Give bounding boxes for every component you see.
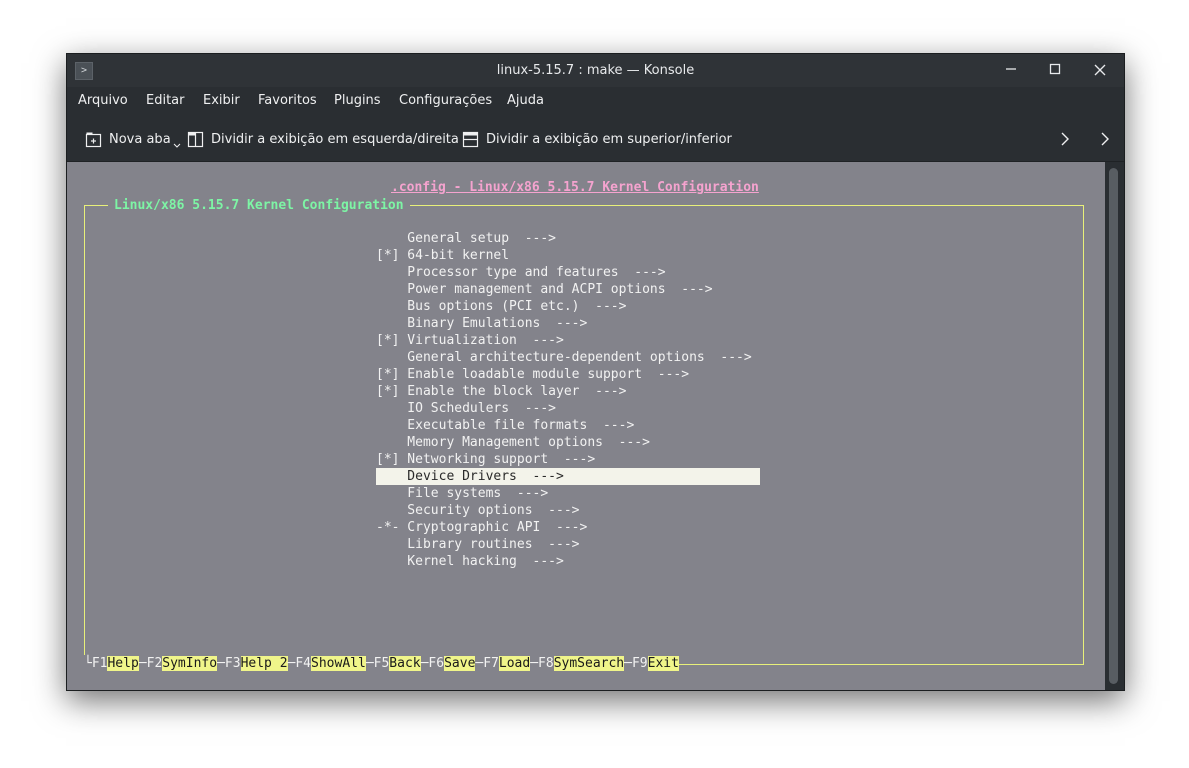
fkey-f8: ─F8 [530, 656, 554, 671]
terminal-view[interactable]: .config - Linux/x86 5.15.7 Kernel Config… [67, 162, 1105, 690]
fkey-f2: ─F2 [138, 656, 163, 671]
split-left-right-label: Dividir a exibição em esquerda/direita [211, 131, 459, 147]
menu-bar: Arquivo Editar Exibir Favoritos Plugins … [67, 87, 1124, 117]
function-key-bar: └F1Help─F2SymInfo─F3Help 2─F4ShowAll─F5B… [84, 655, 679, 672]
menu-row[interactable]: [*] Enable the block layer ---> [376, 383, 626, 400]
menu-row[interactable]: [*] 64-bit kernel [376, 247, 509, 264]
maximize-icon [1049, 63, 1061, 75]
minimize-icon [1006, 68, 1016, 70]
menu-row[interactable]: [*] Enable loadable module support ---> [376, 366, 689, 383]
fkey-f1: └F1 [84, 656, 108, 671]
split-horizontal-icon [462, 131, 479, 147]
fkey-f4: ─F4 [287, 656, 312, 671]
menu-row[interactable]: Security options ---> [376, 502, 579, 519]
window-title: linux-5.15.7 : make — Konsole [496, 63, 695, 78]
fkey-f3: ─F3 [217, 656, 241, 671]
menu-favoritos[interactable]: Favoritos [258, 87, 317, 117]
menu-row[interactable]: Binary Emulations ---> [376, 315, 587, 332]
maximize-button[interactable] [1041, 58, 1069, 84]
menu-row[interactable]: Executable file formats ---> [376, 417, 634, 434]
menu-configuracoes[interactable]: Configurações [399, 87, 492, 117]
fkey-label[interactable]: ShowAll [311, 656, 366, 671]
overflow-menu-button[interactable] [1099, 117, 1111, 161]
fkey-f7: ─F7 [475, 656, 499, 671]
menu-row[interactable]: Memory Management options ---> [376, 434, 650, 451]
menu-row[interactable]: General architecture-dependent options -… [376, 349, 751, 366]
fkey-label[interactable]: Help [107, 656, 139, 671]
menu-row[interactable]: Power management and ACPI options ---> [376, 281, 712, 298]
menu-ajuda[interactable]: Ajuda [507, 87, 544, 117]
fkey-f6: ─F6 [420, 656, 445, 671]
fkey-label[interactable]: SymSearch [553, 656, 625, 671]
close-icon [1094, 64, 1106, 76]
split-vertical-icon [187, 131, 204, 147]
fkey-label[interactable]: SymInfo [162, 656, 218, 671]
menu-row[interactable]: General setup ---> [376, 230, 556, 247]
split-left-right-button[interactable]: Dividir a exibição em esquerda/direita [187, 117, 459, 161]
toolbar: Nova aba Dividir a exibição em esquerda/… [67, 117, 1124, 162]
menu-row[interactable]: Kernel hacking ---> [376, 553, 564, 570]
split-top-bottom-button[interactable]: Dividir a exibição em superior/inferior [462, 117, 732, 161]
box-title: Linux/x86 5.15.7 Kernel Configuration [108, 197, 410, 214]
fkey-f5: ─F5 [365, 656, 390, 671]
scrollbar[interactable] [1105, 162, 1124, 690]
menu-plugins[interactable]: Plugins [334, 87, 381, 117]
menu-row[interactable]: Bus options (PCI etc.) ---> [376, 298, 626, 315]
menu-row-selected[interactable]: Device Drivers ---> [376, 468, 760, 485]
chevron-down-icon[interactable] [173, 142, 181, 150]
menu-editar[interactable]: Editar [146, 87, 185, 117]
chevron-right-icon [1061, 132, 1069, 146]
scrollbar-thumb[interactable] [1109, 168, 1118, 684]
config-title: .config - Linux/x86 5.15.7 Kernel Config… [391, 180, 759, 195]
title-bar[interactable]: > linux-5.15.7 : make — Konsole [67, 54, 1124, 87]
menu-row[interactable]: Library routines ---> [376, 536, 579, 553]
menu-exibir[interactable]: Exibir [203, 87, 240, 117]
close-button[interactable] [1086, 58, 1114, 84]
minimize-button[interactable] [997, 58, 1025, 84]
menu-row[interactable]: -*- Cryptographic API ---> [376, 519, 587, 536]
fkey-f9: ─F9 [624, 656, 648, 671]
menu-row[interactable]: [*] Virtualization ---> [376, 332, 564, 349]
chevron-right-icon[interactable] [1059, 117, 1071, 161]
new-tab-label: Nova aba [109, 131, 171, 147]
new-tab-icon [85, 132, 102, 147]
chevron-right-icon [1101, 132, 1109, 146]
menu-row[interactable]: [*] Networking support ---> [376, 451, 595, 468]
menu-row[interactable]: IO Schedulers ---> [376, 400, 556, 417]
menu-row[interactable]: File systems ---> [376, 485, 548, 502]
fkey-label[interactable]: Exit [647, 656, 679, 671]
menu-row[interactable]: Processor type and features ---> [376, 264, 665, 281]
new-tab-button[interactable]: Nova aba [85, 117, 181, 161]
fkey-label[interactable]: Back [389, 656, 421, 671]
fkey-label[interactable]: Help 2 [240, 656, 288, 671]
split-top-bottom-label: Dividir a exibição em superior/inferior [486, 131, 732, 147]
konsole-window: > linux-5.15.7 : make — Konsole Arquivo … [66, 53, 1125, 691]
menu-arquivo[interactable]: Arquivo [78, 87, 128, 117]
fkey-label[interactable]: Load [498, 656, 531, 671]
fkey-label[interactable]: Save [444, 656, 476, 671]
